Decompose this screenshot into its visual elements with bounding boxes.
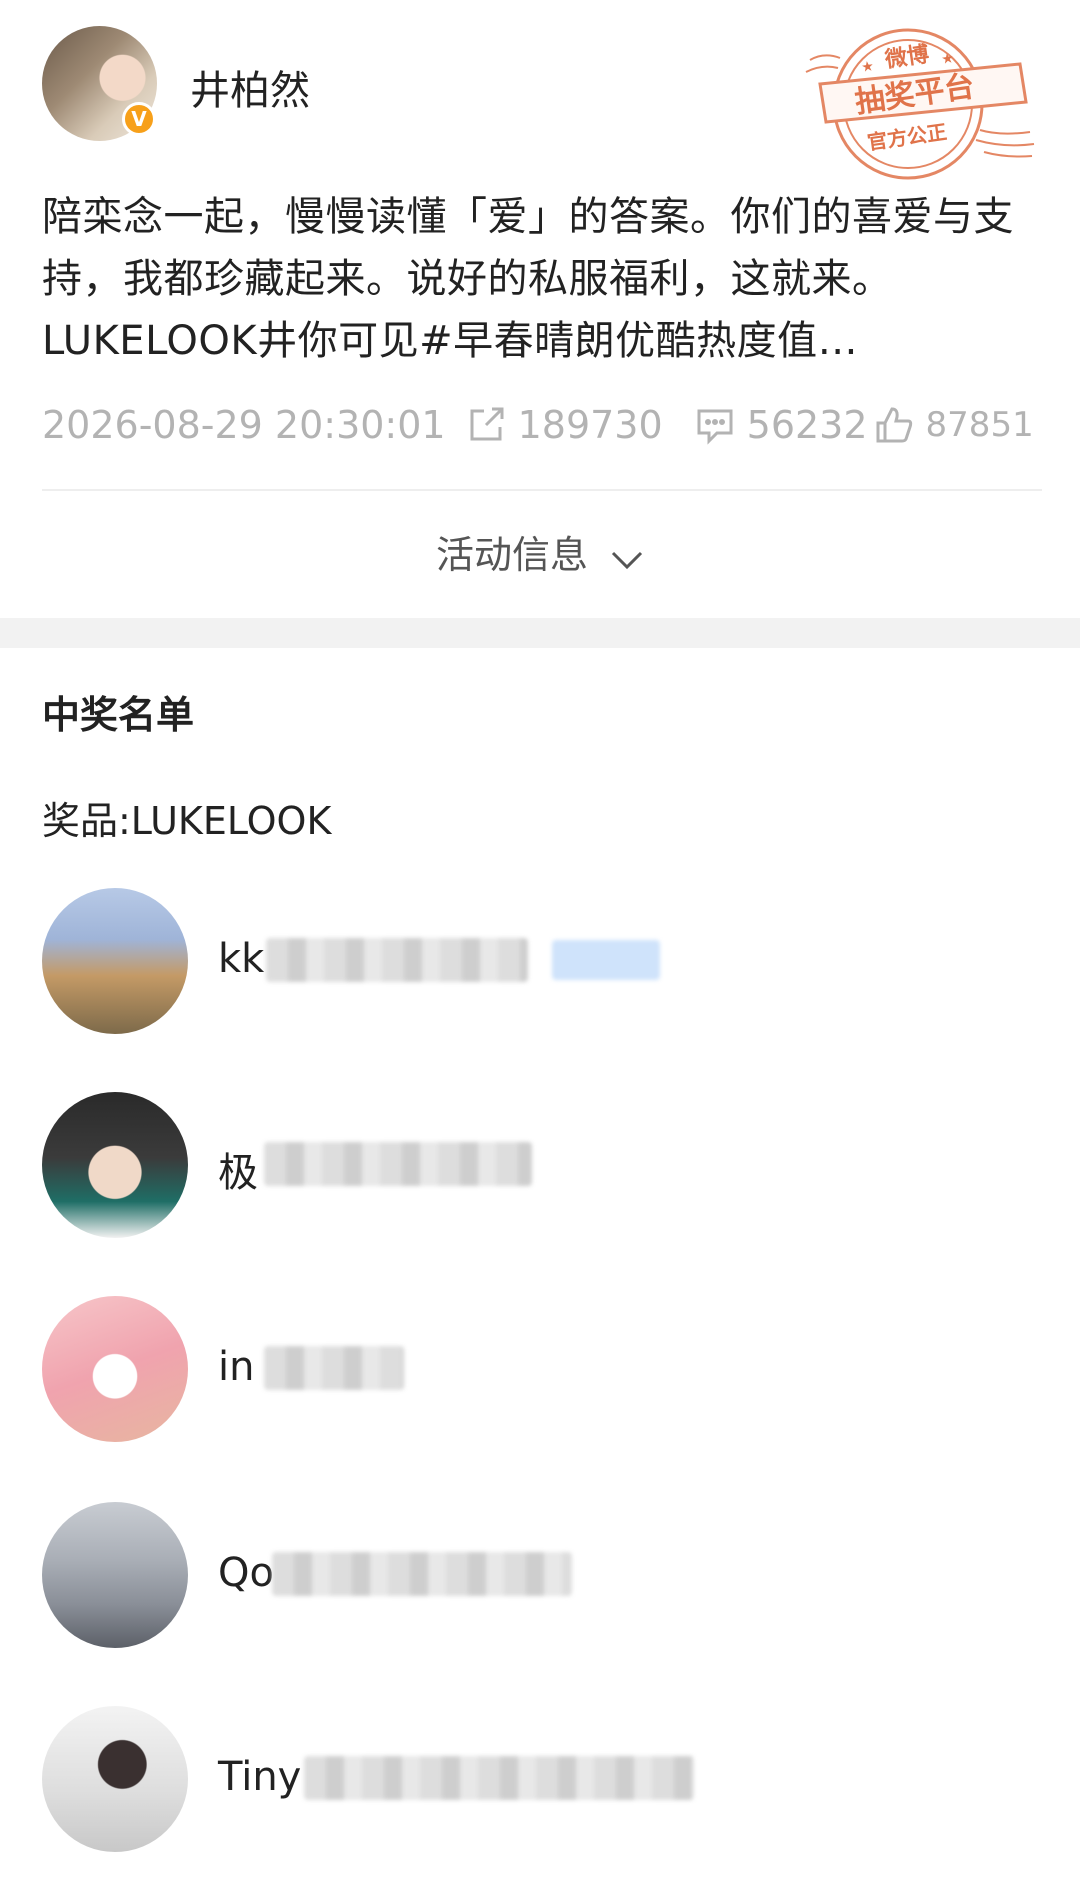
winner-row[interactable]: kk: [42, 888, 1042, 1034]
comment-icon[interactable]: [693, 403, 737, 447]
post-text[interactable]: 陪栾念一起，慢慢读懂「爱」的答案。你们的喜爱与支持，我都珍藏起来。说好的私服福利…: [42, 186, 1032, 372]
winner-avatar[interactable]: [42, 1092, 188, 1238]
winner-avatar[interactable]: [42, 1296, 188, 1442]
stamp-top-text: 微博: [882, 41, 930, 73]
post-timestamp: 2026-08-29 20:30:01: [42, 403, 446, 447]
redacted-badge: [552, 940, 660, 980]
repost-count: 189730: [517, 403, 663, 447]
winner-row[interactable]: in: [42, 1296, 1042, 1442]
post-card: V 井柏然 微博 抽奖平台 官方公正 ★ ★ 陪栾念一起，慢慢读懂「爱」的答案。…: [0, 0, 1080, 618]
like-icon[interactable]: [872, 403, 916, 447]
winners-title: 中奖名单: [42, 693, 195, 737]
lottery-platform-stamp: 微博 抽奖平台 官方公正 ★ ★: [805, 28, 1035, 180]
redacted-name: [272, 1552, 572, 1596]
like-count: 87851: [925, 405, 1034, 445]
verified-badge-icon: V: [122, 102, 156, 136]
winner-name[interactable]: Tiny: [218, 1754, 301, 1800]
redacted-name: [264, 1346, 404, 1390]
redacted-name: [264, 1142, 532, 1186]
post-meta-row: 2026-08-29 20:30:01 189730 56232 87851: [42, 400, 1052, 450]
author-name[interactable]: 井柏然: [190, 58, 310, 116]
activity-info-label: 活动信息: [435, 533, 588, 577]
activity-info-toggle[interactable]: 活动信息: [0, 524, 1080, 580]
winner-avatar[interactable]: [42, 888, 188, 1034]
prize-label: 奖品:LUKELOOK: [42, 799, 332, 843]
winner-name[interactable]: kk: [218, 936, 264, 982]
redacted-name: [304, 1756, 694, 1800]
winner-row[interactable]: 极: [42, 1092, 1042, 1238]
svg-text:★: ★: [940, 50, 955, 68]
winner-name[interactable]: 极: [218, 1140, 258, 1198]
winner-name[interactable]: Qo: [218, 1550, 274, 1596]
svg-text:★: ★: [860, 58, 875, 76]
chevron-down-icon: [610, 536, 644, 580]
section-separator: [0, 618, 1080, 648]
winner-row[interactable]: Qo: [42, 1502, 1042, 1648]
winner-row[interactable]: Tiny: [42, 1706, 1042, 1852]
redacted-name: [266, 938, 528, 982]
divider: [42, 489, 1042, 491]
winner-avatar[interactable]: [42, 1706, 188, 1852]
stamp-bottom-text: 官方公正: [866, 120, 949, 155]
winner-avatar[interactable]: [42, 1502, 188, 1648]
repost-icon[interactable]: [464, 403, 508, 447]
comment-count: 56232: [746, 403, 868, 447]
winner-name[interactable]: in: [218, 1344, 254, 1390]
